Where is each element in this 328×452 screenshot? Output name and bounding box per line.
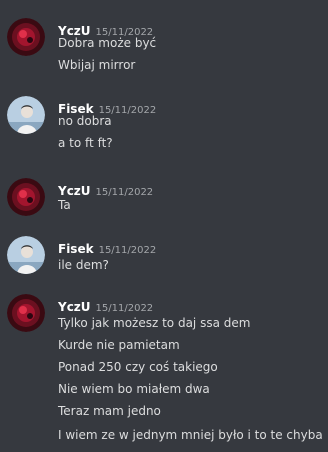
message-text: Tylko jak możesz to daj ssa dem [58,316,251,330]
message-group: Fisek 15/11/2022 no dobra a to ft ft? [0,96,328,156]
avatar[interactable] [7,294,45,332]
light-blue-portrait-avatar-icon [7,236,45,274]
message-group: YczU 15/11/2022 Ta [0,178,328,218]
dark-red-circular-avatar-icon [7,294,45,332]
message-text: Ponad 250 czy coś takiego [58,360,218,374]
message-header: Fisek 15/11/2022 [58,98,156,116]
message-timestamp: 15/11/2022 [98,245,157,256]
avatar[interactable] [7,236,45,274]
message-text: Ta [58,198,71,212]
message-header: YczU 15/11/2022 [58,296,154,314]
chat-message-list: YczU 15/11/2022 Dobra może być Wbijaj mir… [0,0,328,452]
dark-red-circular-avatar-icon [7,18,45,56]
message-text: Nie wiem bo miałem dwa [58,382,210,396]
message-timestamp: 15/11/2022 [95,303,154,314]
message-text: no dobra [58,114,112,128]
avatar[interactable] [7,178,45,216]
dark-red-circular-avatar-icon [7,178,45,216]
author-name[interactable]: Fisek [58,242,94,256]
message-text: I wiem ze w jednym mniej było i to te ch… [58,428,323,442]
message-header: YczU 15/11/2022 [58,20,153,38]
message-text: Kurde nie pamietam [58,338,180,352]
avatar[interactable] [7,96,45,134]
message-text: Teraz mam jedno [58,404,161,418]
light-blue-portrait-avatar-icon [7,96,45,134]
message-header: YczU 15/11/2022 [58,180,154,198]
avatar[interactable] [7,18,45,56]
message-text: a to ft ft? [58,136,113,150]
message-timestamp: 15/11/2022 [95,187,154,198]
message-group: YczU 15/11/2022 Tylko jak możesz to daj s… [0,294,328,452]
author-name[interactable]: YczU [58,300,91,314]
message-header: Fisek 15/11/2022 [58,238,157,256]
message-group: Fisek 15/11/2022 ile dem? [0,236,328,276]
message-text: Wbijaj mirror [58,58,136,72]
message-group: YczU 15/11/2022 Dobra może być Wbijaj mir… [0,18,328,78]
message-text: ile dem? [58,258,109,272]
author-name[interactable]: YczU [58,184,91,198]
message-text: Dobra może być [58,36,157,50]
